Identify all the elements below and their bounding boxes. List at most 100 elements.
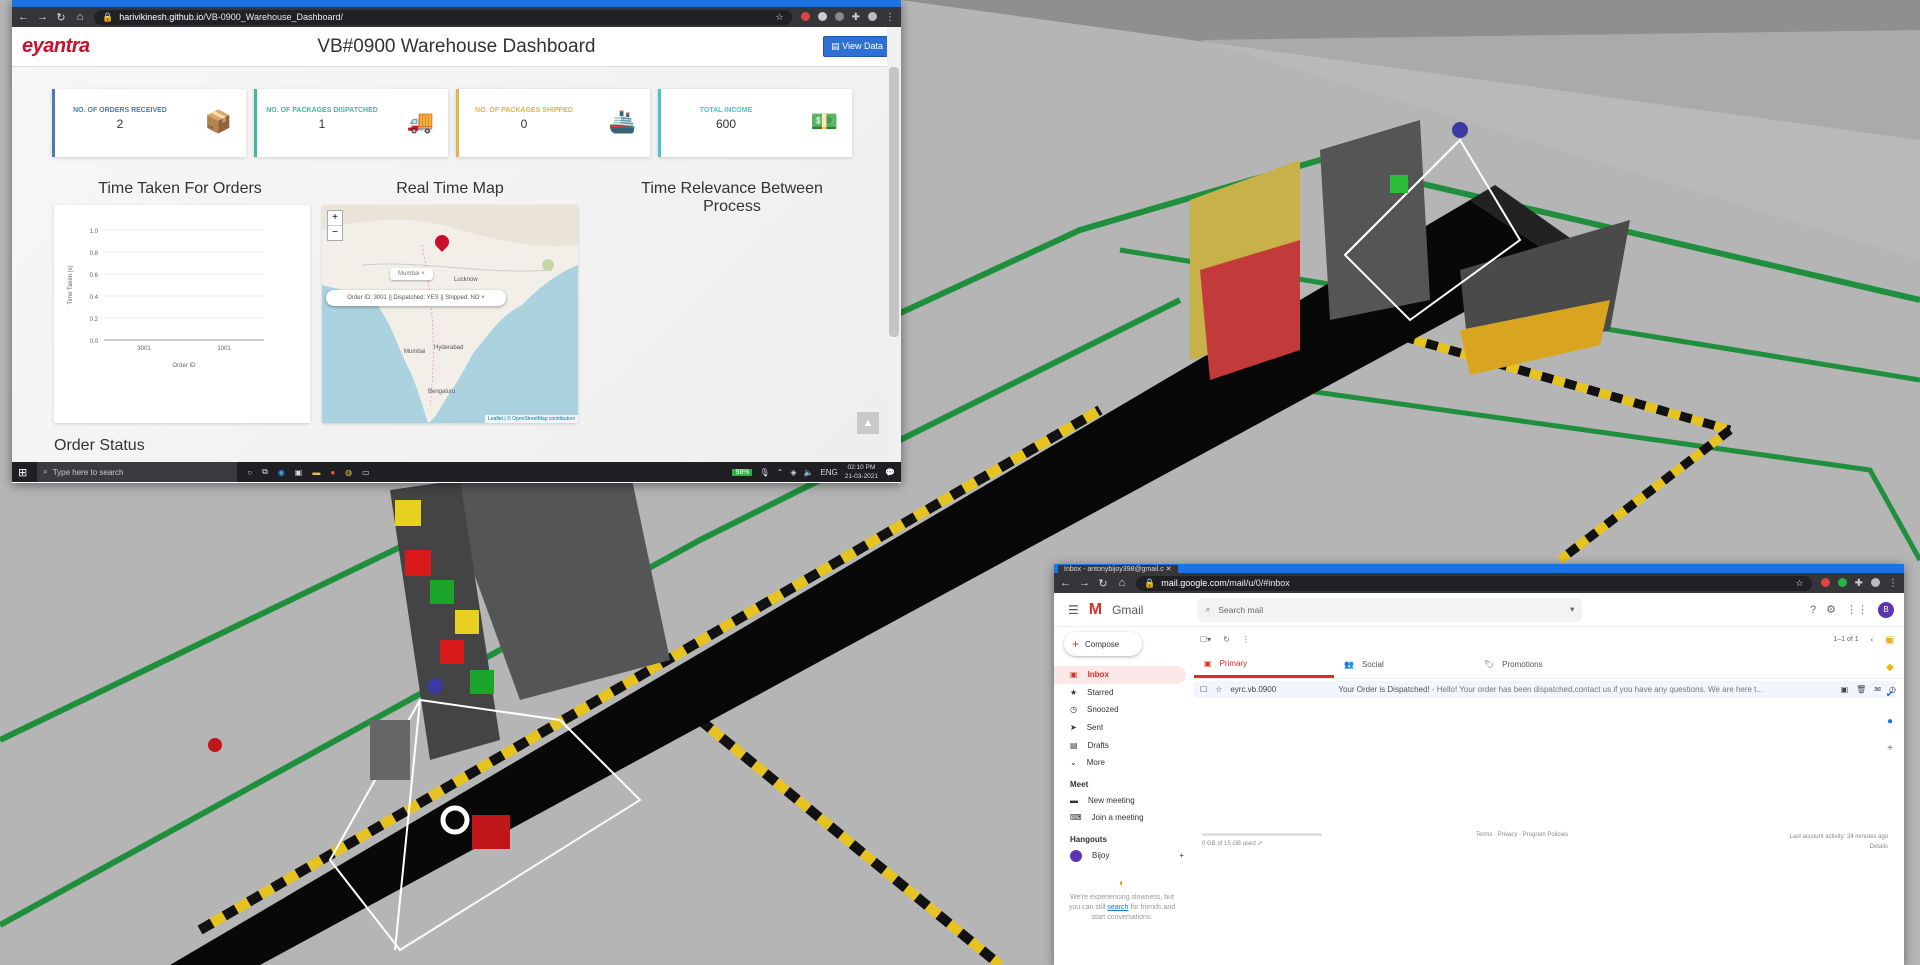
battery-indicator[interactable]: 98% [732,468,753,476]
x-tick-label: 1001 [217,346,231,352]
hangouts-user[interactable]: Bijoy + [1054,847,1190,865]
help-icon[interactable]: ? [1810,604,1816,616]
page-scrollbar[interactable] [887,27,901,462]
delete-icon[interactable]: 🗑 [1856,685,1866,694]
profile-avatar[interactable] [1871,577,1880,587]
notifications-icon[interactable]: 💬 [885,468,895,477]
browser-tab[interactable]: Inbox - antonybijoy398@gmail.c ✕ [1058,565,1178,573]
task-view-icon[interactable]: ⧉ [262,467,268,477]
home-icon[interactable]: ⌂ [1117,577,1127,589]
zoom-in-button[interactable]: + [328,211,342,226]
menu-dots-icon[interactable]: ⋮ [885,12,895,23]
sidebar-item-drafts[interactable]: ▤ Drafts [1054,736,1190,754]
add-contact-icon[interactable]: + [1179,851,1184,860]
hangouts-heading: Hangouts [1070,834,1107,844]
extension-icon[interactable] [1837,577,1847,587]
tasks-icon[interactable]: ✔ [1886,689,1894,700]
email-checkbox[interactable]: ☐ [1200,685,1207,694]
details-link[interactable]: Details [1790,842,1888,852]
eyantra-logo[interactable]: eyantra [22,35,90,58]
forward-icon[interactable]: → [1079,577,1090,589]
extension-icon[interactable] [817,11,827,21]
zoom-out-button[interactable]: − [328,226,342,240]
extension-icon[interactable] [800,11,810,21]
account-avatar[interactable]: B [1878,601,1894,618]
gmail-logo-icon[interactable]: M [1089,601,1102,619]
select-all-checkbox[interactable]: ☐▾ [1200,635,1211,644]
back-icon[interactable]: ← [18,11,29,23]
app-icon[interactable]: ▭ [362,468,370,477]
sidebar-item-sent[interactable]: ➤ Sent [1054,719,1190,737]
search-mail-input[interactable]: ⌕ Search mail ▾ [1197,597,1583,622]
y-tick-label: 0.6 [90,273,99,279]
system-tray: 98% 🎙 ⌃ ◈ 🔈 ENG 02:10 PM 21-03-2021 💬 [732,463,895,481]
cortana-icon[interactable]: ○ [247,468,252,477]
popup-close-icon[interactable]: × [481,295,485,301]
scroll-to-top-button[interactable]: ▲ [857,412,879,434]
folder-icon[interactable]: ▬ [312,468,320,477]
keep-icon[interactable]: ◆ [1886,662,1894,673]
windows-start-icon[interactable]: ⊞ [18,466,27,479]
map-city-label: Lucknow [454,277,478,283]
bookmark-star-icon[interactable]: ☆ [1796,578,1804,589]
url-field[interactable]: 🔒 mail.google.com/mail/u/0/#inbox ☆ [1136,575,1812,591]
back-icon[interactable]: ← [1060,577,1071,589]
profile-avatar[interactable] [868,11,877,21]
forward-icon[interactable]: → [37,11,48,23]
tab-social[interactable]: 👥 Social [1334,651,1474,678]
extension-icon[interactable] [834,11,844,21]
refresh-icon[interactable]: ↻ [1223,635,1230,644]
popup-order-text: Order ID: 3001 || Dispatched: YES || Shi… [347,295,480,301]
puzzle-icon[interactable]: ✚ [852,12,860,23]
store-icon[interactable]: ▣ [295,468,303,477]
compose-button[interactable]: + Compose [1064,632,1142,656]
tray-chevron-icon[interactable]: ⌃ [777,468,784,477]
volume-icon[interactable]: 🔈 [803,468,813,477]
sidebar-item-starred[interactable]: ★ Starred [1054,684,1190,702]
popup-close-icon[interactable]: × [421,271,425,277]
mail-list-area: ☐▾ ↻ ⋮ 1–1 of 1 ‹ › ▣ Primary 👥 Social 🏷 Pr… [1194,627,1904,965]
add-addon-icon[interactable]: + [1887,743,1893,754]
clock[interactable]: 02:10 PM 21-03-2021 [845,463,878,481]
main-menu-icon[interactable]: ☰ [1068,603,1079,617]
footer-links[interactable]: Terms · Privacy · Program Policies [1476,832,1568,838]
extension-icon[interactable] [1820,577,1830,587]
sidebar-item-more[interactable]: ⌄ More [1054,754,1190,772]
map-attribution[interactable]: Leaflet | © OpenStreetMap contributors [485,415,578,423]
more-actions-icon[interactable]: ⋮ [1242,635,1250,644]
firefox-icon[interactable]: ● [330,468,335,477]
email-star-icon[interactable]: ☆ [1215,685,1222,694]
tab-promotions[interactable]: 🏷 Promotions [1474,651,1614,678]
email-row[interactable]: ☐ ☆ eyrc.vb.0900 Your Order is Dispatche… [1194,681,1896,698]
join-meeting-link[interactable]: ⌨ Join a meeting [1054,809,1190,827]
bookmark-star-icon[interactable]: ☆ [776,12,784,23]
sidebar-item-inbox[interactable]: ▣ Inbox [1054,666,1186,684]
chrome-icon[interactable]: ◍ [345,468,352,477]
apps-grid-icon[interactable]: ⋮⋮ [1846,603,1868,616]
real-time-map[interactable]: + − Lucknow Mumbai Hyderabad Bengaluru M… [322,205,578,423]
puzzle-icon[interactable]: ✚ [1855,578,1863,589]
map-city-label: Mumbai [404,349,426,355]
view-data-button[interactable]: ▤ View Data [823,36,891,57]
archive-icon[interactable]: ▣ [1841,685,1849,694]
contacts-icon[interactable]: ● [1887,716,1893,727]
sidebar-item-snoozed[interactable]: ◷ Snoozed [1054,701,1190,719]
reload-icon[interactable]: ↻ [1098,577,1108,590]
slowness-search-link[interactable]: search [1107,904,1128,911]
search-options-icon[interactable]: ▾ [1570,604,1574,615]
tab-primary[interactable]: ▣ Primary [1194,651,1334,678]
scrollbar-thumb[interactable] [889,67,899,337]
url-field[interactable]: 🔒 harivikinesh.github.io/VB-0900_Warehou… [94,9,792,25]
calendar-icon[interactable]: ▣ [1885,635,1894,646]
language-indicator[interactable]: ENG [820,468,837,477]
new-meeting-link[interactable]: ▬ New meeting [1054,792,1190,810]
home-icon[interactable]: ⌂ [75,11,85,23]
taskbar-search[interactable]: ⌕ Type here to search [37,462,238,482]
prev-page-icon[interactable]: ‹ [1871,635,1874,644]
menu-dots-icon[interactable]: ⋮ [1888,578,1898,589]
network-icon[interactable]: ◈ [790,468,796,477]
settings-icon[interactable]: ⚙ [1826,603,1836,616]
edge-icon[interactable]: ◉ [278,468,285,477]
reload-icon[interactable]: ↻ [56,11,66,24]
mic-icon[interactable]: 🎙 [759,468,769,477]
